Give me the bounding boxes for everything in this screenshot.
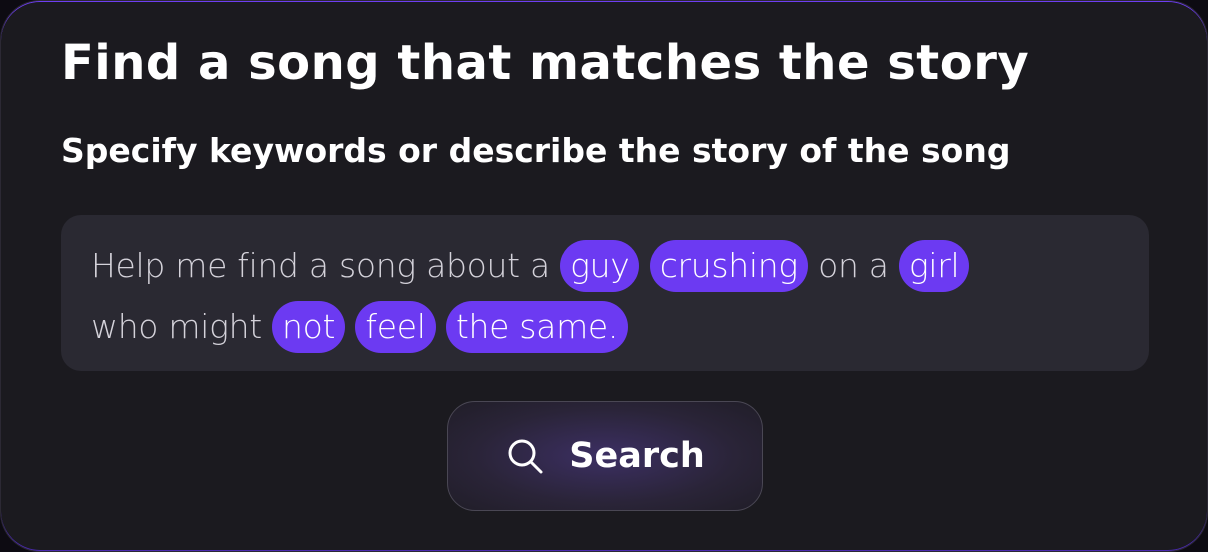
query-text: Help me find a song about a (91, 246, 561, 285)
keyword-chip: feel (355, 300, 436, 353)
keyword-chip: not (272, 300, 346, 353)
keyword-chip: the same. (445, 300, 629, 353)
query-text (436, 307, 446, 346)
page-subtitle: Specify keywords or describe the story o… (61, 131, 1011, 170)
story-query-input[interactable]: Help me find a song about a guy crushing… (61, 215, 1149, 371)
query-line-1: Help me find a song about a guy crushing… (91, 233, 1125, 294)
search-button[interactable]: Search (447, 401, 763, 511)
song-search-card: Find a song that matches the story Speci… (0, 0, 1208, 552)
keyword-chip: crushing (649, 239, 808, 292)
query-text: who might (91, 307, 273, 346)
query-text (345, 307, 355, 346)
keyword-chip: guy (560, 239, 640, 292)
search-button-label: Search (569, 436, 705, 476)
query-line-2: who might not feel the same. (91, 294, 1125, 355)
keyword-chip: girl (898, 239, 970, 292)
search-icon (505, 436, 545, 476)
query-text: on a (807, 246, 899, 285)
page-title: Find a song that matches the story (61, 35, 1030, 91)
query-text (639, 246, 649, 285)
